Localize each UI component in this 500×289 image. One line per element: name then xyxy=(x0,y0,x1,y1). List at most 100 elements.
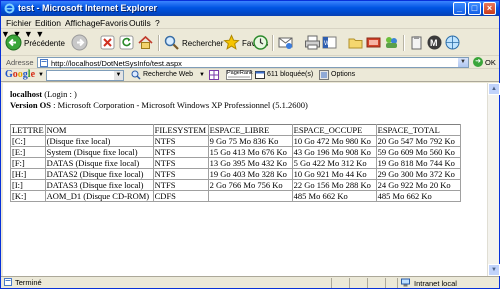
search-web-dropdown-icon[interactable]: ▼ xyxy=(199,72,205,78)
toolbar-separator xyxy=(158,35,159,51)
pagerank-bar xyxy=(228,76,250,78)
google-logo[interactable]: Google xyxy=(5,69,35,80)
google-menu-dropdown-icon[interactable]: ▼ xyxy=(38,72,44,78)
cell-lettre: [F:] xyxy=(10,157,46,169)
cell-filesystem: NTFS xyxy=(152,146,209,158)
cell-filesystem: CDFS xyxy=(152,190,209,202)
status-divider xyxy=(349,278,350,288)
toolbar-separator xyxy=(403,35,404,51)
browser-window: test - Microsoft Internet Explorer _ □ ×… xyxy=(0,0,500,289)
title-bar[interactable]: test - Microsoft Internet Explorer _ □ × xyxy=(1,1,499,16)
history-clock-icon xyxy=(253,35,268,50)
drives-table: LETTRE NOM FILESYSTEM ESPACE_LIBRE ESPAC… xyxy=(10,124,461,202)
address-input[interactable]: http://localhost/DotNetSysInfo/test.aspx… xyxy=(37,57,469,68)
menu-affichage[interactable]: Affichage xyxy=(65,18,100,28)
cell-nom: DATAS (Disque fixe local) xyxy=(44,157,154,169)
messenger-icon xyxy=(386,37,397,48)
maximize-button[interactable]: □ xyxy=(468,2,481,15)
cell-lettre: [I:] xyxy=(10,179,46,191)
table-header-row: LETTRE NOM FILESYSTEM ESPACE_LIBRE ESPAC… xyxy=(10,124,461,136)
host-name: localhost xyxy=(10,89,43,99)
favorites-star-icon xyxy=(223,34,240,50)
address-bar: Adresse http://localhost/DotNetSysInfo/t… xyxy=(1,56,499,69)
print-button[interactable] xyxy=(304,34,321,51)
tool-button-m[interactable]: M xyxy=(426,34,443,51)
search-button[interactable]: Rechercher xyxy=(163,34,223,51)
stop-button[interactable] xyxy=(99,34,116,51)
google-options-button[interactable]: Options xyxy=(319,70,363,81)
os-label: Version OS xyxy=(10,100,52,110)
red-book-icon xyxy=(366,37,381,48)
cell-lettre: [C:] xyxy=(10,135,46,147)
cell-espace-total: 59 Go 609 Mo 560 Ko xyxy=(375,146,461,158)
status-divider xyxy=(397,278,398,288)
popup-blocker-icon xyxy=(255,71,265,79)
history-button[interactable] xyxy=(252,34,269,51)
cell-filesystem: NTFS xyxy=(152,157,209,169)
cell-espace-occupe: 10 Go 472 Mo 980 Ko xyxy=(291,135,377,147)
column-header-filesystem: FILESYSTEM xyxy=(152,124,209,136)
cell-filesystem: NTFS xyxy=(152,135,209,147)
cell-espace-libre: 9 Go 75 Mo 836 Ko xyxy=(207,135,293,147)
research-button[interactable] xyxy=(365,34,382,51)
cell-nom: DATAS3 (Disque fixe local) xyxy=(44,179,154,191)
mail-button[interactable] xyxy=(277,34,294,51)
address-label: Adresse xyxy=(6,58,34,67)
menu-outils[interactable]: Outils xyxy=(129,18,151,28)
clipboard-icon xyxy=(411,36,422,50)
home-button[interactable] xyxy=(137,34,154,51)
cell-nom: AOM_D1 (Disque CD-ROM) xyxy=(44,190,154,202)
refresh-button[interactable] xyxy=(118,34,135,51)
svg-text:W: W xyxy=(324,41,330,47)
refresh-icon xyxy=(119,35,134,50)
folder-icon xyxy=(348,38,363,49)
menu-edition[interactable]: Edition xyxy=(35,18,61,28)
edit-button[interactable]: W xyxy=(321,34,338,51)
scroll-down-icon[interactable]: ▼ xyxy=(488,264,500,276)
page-done-icon xyxy=(4,278,12,286)
cell-espace-total: 20 Go 547 Mo 792 Ko xyxy=(375,135,461,147)
minimize-button[interactable]: _ xyxy=(453,2,466,15)
google-search-input[interactable]: ▼ xyxy=(46,70,124,81)
google-search-dropdown-icon[interactable]: ▼ xyxy=(114,71,123,80)
os-value: : Microsoft Corporation - Microsoft Wind… xyxy=(51,100,308,110)
pagerank-indicator[interactable]: PageRank xyxy=(226,70,253,80)
google-news-button[interactable] xyxy=(209,70,221,81)
google-search-web-button[interactable]: Recherche Web xyxy=(131,70,203,81)
m-badge-icon: M xyxy=(427,35,442,50)
globe-icon xyxy=(445,35,460,50)
news-grid-icon xyxy=(209,70,219,80)
forward-button[interactable] xyxy=(71,34,88,51)
discuss-button[interactable] xyxy=(347,34,364,51)
close-button[interactable]: × xyxy=(483,2,496,15)
tool-button-clip[interactable] xyxy=(408,34,425,51)
column-header-nom: NOM xyxy=(44,124,154,136)
forward-arrow-icon xyxy=(71,34,88,51)
cell-espace-libre: 19 Go 403 Mo 328 Ko xyxy=(207,168,293,180)
column-header-espace-total: ESPACE_TOTAL xyxy=(375,124,461,136)
tool-button-globe[interactable] xyxy=(444,34,461,51)
column-header-espace-occupe: ESPACE_OCCUPE xyxy=(291,124,377,136)
cell-filesystem: NTFS xyxy=(152,168,209,180)
cell-espace-occupe: 10 Go 921 Mo 44 Ko xyxy=(291,168,377,180)
table-row: [K:] AOM_D1 (Disque CD-ROM) CDFS 485 Mo … xyxy=(10,190,461,202)
go-button[interactable]: ➜ OK xyxy=(473,57,499,68)
address-dropdown-icon[interactable]: ▼ xyxy=(458,58,468,67)
vertical-scrollbar[interactable]: ▲ ▼ xyxy=(487,83,500,276)
host-login: (Login : ) xyxy=(42,89,77,99)
cell-espace-occupe: 43 Go 196 Mo 908 Ko xyxy=(291,146,377,158)
word-edit-icon: W xyxy=(322,36,337,49)
menu-fichier[interactable]: Fichier xyxy=(6,18,32,28)
scroll-up-icon[interactable]: ▲ xyxy=(488,83,500,95)
options-icon xyxy=(319,70,329,80)
menu-favoris[interactable]: Favoris xyxy=(100,18,128,28)
google-toolbar: Google ▼ ▼ Recherche Web ▼ PageRank 611 … xyxy=(1,69,499,82)
menu-help[interactable]: ? xyxy=(155,18,160,28)
messenger-button[interactable] xyxy=(383,34,400,51)
cell-lettre: [E:] xyxy=(10,146,46,158)
page-icon xyxy=(40,59,48,67)
popup-blocker-button[interactable]: 611 bloquée(s) xyxy=(255,70,315,81)
column-header-espace-libre: ESPACE_LIBRE xyxy=(207,124,293,136)
cell-espace-libre xyxy=(207,190,293,202)
back-button[interactable]: Précédente xyxy=(5,34,67,51)
